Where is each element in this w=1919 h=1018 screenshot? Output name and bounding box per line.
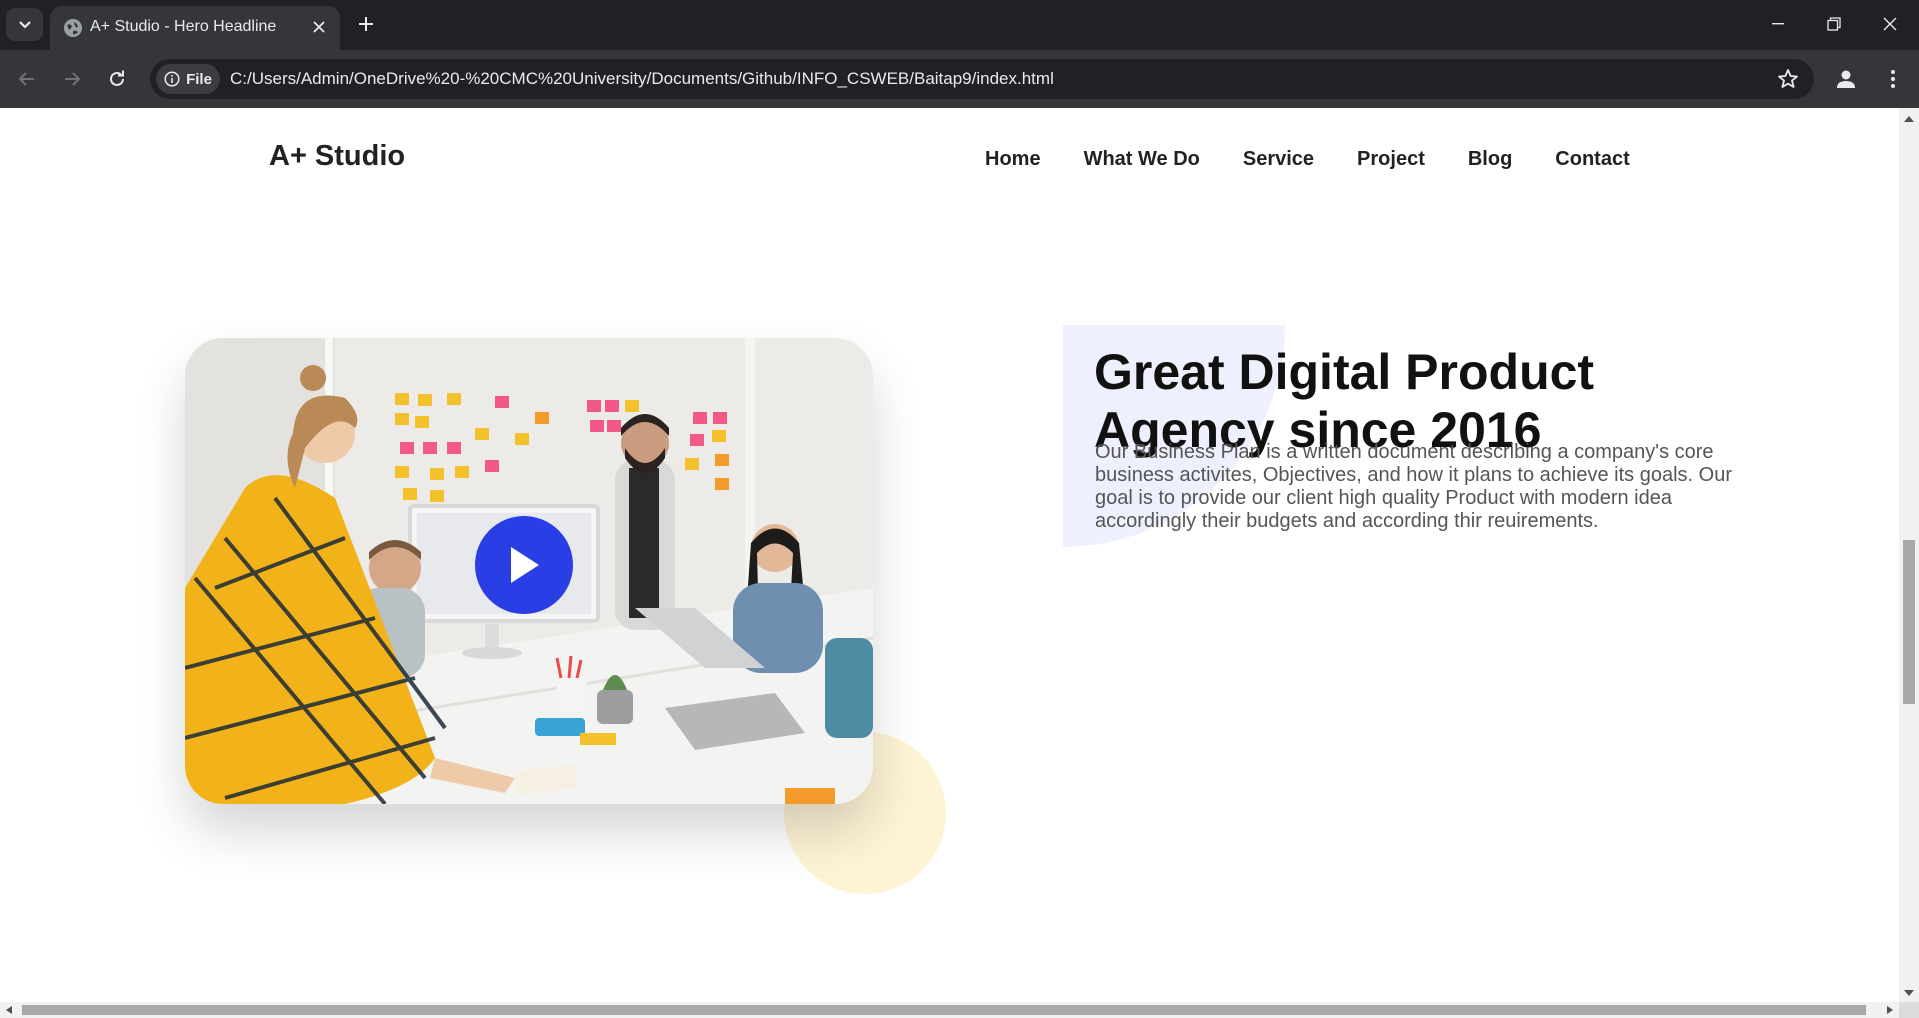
scroll-down-arrow-icon[interactable] [1904,990,1914,996]
url-text[interactable]: C:/Users/Admin/OneDrive%20-%20CMC%20Univ… [230,69,1054,89]
vertical-scroll-thumb[interactable] [1903,540,1915,704]
scroll-left-arrow-icon[interactable] [6,1006,12,1014]
tab-search-icon [18,20,31,29]
new-tab-button[interactable] [352,10,380,38]
browser-toolbar: File C:/Users/Admin/OneDrive%20-%20CMC%2… [0,50,1919,108]
site-chip-label: File [186,70,212,88]
browser-tab-strip: A+ Studio - Hero Headline [0,0,1919,50]
main-nav: Home What We Do Service Project Blog Con… [985,148,1630,171]
site-logo[interactable]: A+ Studio [269,140,405,173]
forward-arrow-icon [65,72,81,86]
nav-service[interactable]: Service [1243,148,1314,171]
profile-button[interactable] [1831,64,1861,94]
address-bar[interactable]: File C:/Users/Admin/OneDrive%20-%20CMC%2… [150,59,1814,99]
nav-project[interactable]: Project [1357,148,1425,171]
nav-what-we-do[interactable]: What We Do [1084,148,1200,171]
minimize-icon [1772,23,1784,25]
horizontal-scroll-thumb[interactable] [22,1005,1866,1015]
vertical-scrollbar[interactable] [1899,108,1919,1002]
page-viewport: A+ Studio Home What We Do Service Projec… [0,108,1899,1002]
play-button[interactable] [475,516,573,614]
reload-button[interactable] [102,64,132,94]
site-info-chip[interactable]: File [156,64,220,94]
nav-home[interactable]: Home [985,148,1041,171]
window-close-icon [1883,17,1897,31]
plus-icon [359,17,373,31]
nav-blog[interactable]: Blog [1468,148,1512,171]
hero-description: Our Business Plan is a written document … [1095,441,1732,532]
info-icon [164,71,180,87]
forward-button[interactable] [57,64,87,94]
browser-menu-button[interactable] [1880,64,1906,94]
window-close-button[interactable] [1862,0,1918,48]
nav-contact[interactable]: Contact [1555,148,1629,171]
horizontal-scrollbar[interactable] [0,1002,1899,1018]
restore-icon [1827,17,1841,31]
scrollbar-corner [1899,1002,1919,1018]
star-icon [1778,69,1798,88]
globe-favicon-icon [64,19,82,37]
profile-icon [1837,70,1855,88]
close-icon[interactable] [308,16,330,38]
hero-video-thumbnail[interactable] [185,338,873,804]
minimize-button[interactable] [1750,0,1806,48]
tab-search-button[interactable] [6,8,43,41]
bookmark-star-button[interactable] [1776,67,1800,91]
tab-title: A+ Studio - Hero Headline [90,18,277,35]
reload-icon [110,70,124,86]
back-button[interactable] [12,64,42,94]
restore-button[interactable] [1806,0,1862,48]
back-arrow-icon [18,72,34,86]
play-icon [511,547,539,583]
scroll-right-arrow-icon[interactable] [1887,1006,1893,1014]
active-tab[interactable]: A+ Studio - Hero Headline [50,6,340,50]
scroll-up-arrow-icon[interactable] [1904,116,1914,122]
more-vert-icon [1891,70,1895,88]
